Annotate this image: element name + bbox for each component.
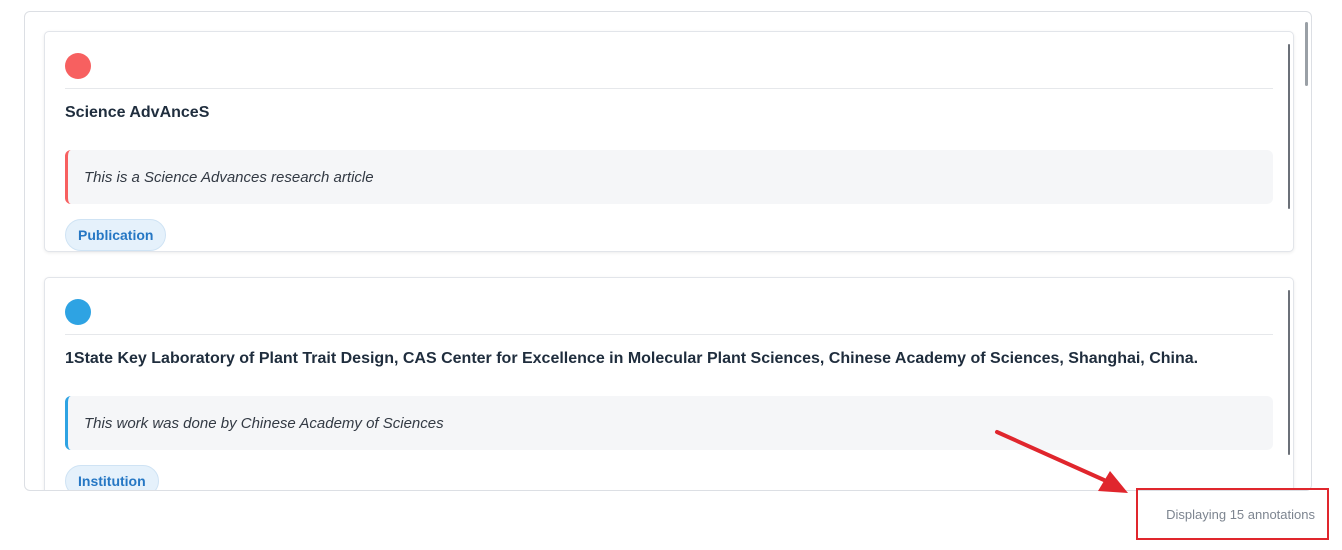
annotation-count-text: Displaying 15 annotations xyxy=(1166,506,1315,522)
annotation-note-text: This work was done by Chinese Academy of… xyxy=(84,414,444,432)
annotations-panel[interactable]: Science AdvAnceS This is a Science Advan… xyxy=(24,11,1312,491)
color-dot-icon xyxy=(65,299,91,325)
annotation-card[interactable]: 1State Key Laboratory of Plant Trait Des… xyxy=(44,277,1294,490)
card-divider xyxy=(65,334,1273,335)
annotation-count-status: Displaying 15 annotations xyxy=(1136,488,1329,540)
card-divider xyxy=(65,88,1273,89)
annotation-title: 1State Key Laboratory of Plant Trait Des… xyxy=(65,350,1199,367)
annotation-note-text: This is a Science Advances research arti… xyxy=(84,168,374,186)
panel-scrollbar[interactable] xyxy=(1305,22,1308,86)
card-scrollbar[interactable] xyxy=(1288,44,1290,209)
color-dot-icon xyxy=(65,53,91,79)
annotation-tag[interactable]: Institution xyxy=(65,465,159,490)
annotation-tag[interactable]: Publication xyxy=(65,219,167,251)
annotation-note: This is a Science Advances research arti… xyxy=(65,150,1273,204)
card-scrollbar[interactable] xyxy=(1288,290,1290,455)
annotation-card[interactable]: Science AdvAnceS This is a Science Advan… xyxy=(44,31,1294,252)
annotation-note: This work was done by Chinese Academy of… xyxy=(65,396,1273,450)
annotation-title: Science AdvAnceS xyxy=(65,104,210,121)
